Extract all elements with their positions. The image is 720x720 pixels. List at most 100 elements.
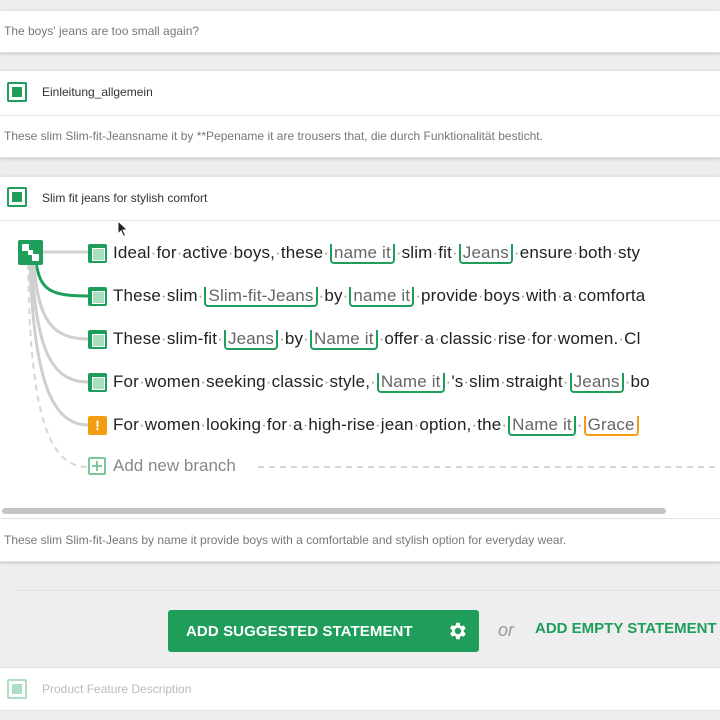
word: active xyxy=(182,242,228,262)
space-marker: · xyxy=(197,285,204,305)
variable-chip[interactable]: Name it xyxy=(508,415,576,436)
word: classic xyxy=(440,328,493,348)
word: boys xyxy=(483,285,521,305)
word: a xyxy=(293,414,303,434)
space-marker: · xyxy=(217,328,223,348)
word: the xyxy=(477,414,502,434)
space-marker: · xyxy=(342,285,349,305)
word: slim-fit xyxy=(166,328,218,348)
variable-chip[interactable]: name it xyxy=(349,286,415,307)
word: for xyxy=(156,242,177,262)
space-marker: · xyxy=(562,371,569,391)
checkbox-icon[interactable] xyxy=(7,187,27,207)
gear-icon[interactable] xyxy=(446,620,468,642)
statement-title: Slim fit jeans for stylish comfort xyxy=(42,191,208,205)
variable-chip[interactable]: Slim-fit-Jeans xyxy=(204,286,318,307)
word: For xyxy=(113,371,139,391)
warning-icon[interactable]: ! xyxy=(88,415,107,435)
add-suggested-statement-label: ADD SUGGESTED STATEMENT xyxy=(186,622,413,640)
word: women xyxy=(144,414,201,434)
word: women. xyxy=(557,328,619,348)
statement-title: Product Feature Description xyxy=(42,682,192,696)
word: rise xyxy=(497,328,526,348)
word: bo xyxy=(630,371,650,391)
variable-chip[interactable]: Name it xyxy=(376,372,445,393)
word: for xyxy=(266,414,288,434)
divider xyxy=(0,518,720,519)
divider xyxy=(0,115,720,116)
word: offer xyxy=(384,328,419,348)
word: Ideal xyxy=(113,242,151,262)
checkbox-icon[interactable] xyxy=(7,679,27,699)
word: high-rise xyxy=(308,414,375,434)
space-marker: · xyxy=(370,371,376,391)
word: ensure xyxy=(519,242,573,262)
variable-chip[interactable]: Jeans xyxy=(223,329,279,350)
word: by xyxy=(284,328,304,348)
add-suggested-statement-button[interactable]: ADD SUGGESTED STATEMENT xyxy=(168,610,479,652)
variable-chip[interactable]: Jeans xyxy=(458,243,513,264)
word: women xyxy=(144,371,201,391)
branch-row[interactable]: For·women·seeking·classic·style,· Name it… xyxy=(88,370,650,394)
word: option, xyxy=(419,414,472,434)
variable-chip[interactable]: Jeans xyxy=(569,372,624,393)
plus-icon xyxy=(88,457,106,475)
word: comforta xyxy=(578,285,646,305)
word: For xyxy=(113,414,139,434)
word: fit xyxy=(438,242,452,262)
add-empty-statement-button[interactable]: ADD EMPTY STATEMENT xyxy=(535,620,717,637)
checkbox-icon[interactable] xyxy=(88,329,107,349)
word: seeking xyxy=(206,371,266,391)
word: These xyxy=(113,285,161,305)
word: looking xyxy=(206,414,262,434)
statement-text: These slim Slim-fit-Jeansname it by **Pe… xyxy=(4,129,543,143)
statement-text: The boys' jeans are too small again? xyxy=(4,24,200,38)
divider xyxy=(12,590,720,591)
add-new-branch-button[interactable]: Add new branch xyxy=(88,456,236,476)
branch-sentence: These·slim-fit· Jeans ·by· Name it ·offer·a·… xyxy=(113,329,641,350)
word: style, xyxy=(329,371,371,391)
branch-row[interactable]: These·slim· Slim-fit-Jeans ·by· name it ·pro… xyxy=(88,284,645,308)
horizontal-scrollbar[interactable] xyxy=(2,508,666,514)
divider xyxy=(0,220,720,221)
word: slim xyxy=(166,285,198,305)
word: classic xyxy=(271,371,324,391)
word: These xyxy=(113,328,161,348)
statement-card-top: The boys' jeans are too small again? xyxy=(0,10,720,53)
space-marker: · xyxy=(303,328,309,348)
branch-sentence: Ideal·for·active·boys,·these· name it ·sli… xyxy=(113,243,640,264)
checkbox-icon[interactable] xyxy=(7,82,27,102)
checkbox-icon[interactable] xyxy=(88,243,107,263)
word: 's xyxy=(451,371,464,391)
or-separator: or xyxy=(498,620,515,640)
add-new-branch-label: Add new branch xyxy=(113,456,236,475)
word: Cl xyxy=(624,328,641,348)
branch-row[interactable]: Ideal·for·active·boys,·these· name it ·sli… xyxy=(88,241,640,265)
word: boys, xyxy=(233,242,276,262)
word: sty xyxy=(617,242,641,262)
dice-icon[interactable] xyxy=(18,240,43,265)
branch-row[interactable]: These·slim-fit· Jeans ·by· Name it ·offer·a·… xyxy=(88,327,641,351)
word: both xyxy=(578,242,613,262)
checkbox-icon[interactable] xyxy=(88,286,107,306)
mouse-cursor-icon xyxy=(117,220,129,238)
branch-sentence: These·slim· Slim-fit-Jeans ·by· name it ·pro… xyxy=(113,286,645,307)
word: a xyxy=(562,285,573,305)
branch-sentence: For·women·seeking·classic·style,· Name it… xyxy=(113,372,650,393)
word: for xyxy=(531,328,553,348)
statement-card-next: Product Feature Description xyxy=(0,667,720,711)
word: straight xyxy=(505,371,563,391)
variable-chip[interactable]: Name it xyxy=(309,329,378,350)
variable-chip[interactable]: Grace xyxy=(583,415,639,436)
word: these xyxy=(280,242,324,262)
selected-branch-text: These slim Slim-fit-Jeans by name it pro… xyxy=(4,533,567,547)
word: with xyxy=(526,285,557,305)
branch-row[interactable]: ! For·women·looking·for·a·high-rise·jean·… xyxy=(88,413,640,437)
checkbox-icon[interactable] xyxy=(88,372,107,392)
word: jean xyxy=(380,414,414,434)
space-marker: · xyxy=(501,414,508,434)
statement-card-slim-fit: Slim fit jeans for stylish comfort These… xyxy=(0,176,720,562)
statement-title: Einleitung_allgemein xyxy=(42,85,153,99)
variable-chip[interactable]: name it xyxy=(330,243,395,264)
statement-card-intro: Einleitung_allgemein These slim Slim-fit… xyxy=(0,70,720,158)
